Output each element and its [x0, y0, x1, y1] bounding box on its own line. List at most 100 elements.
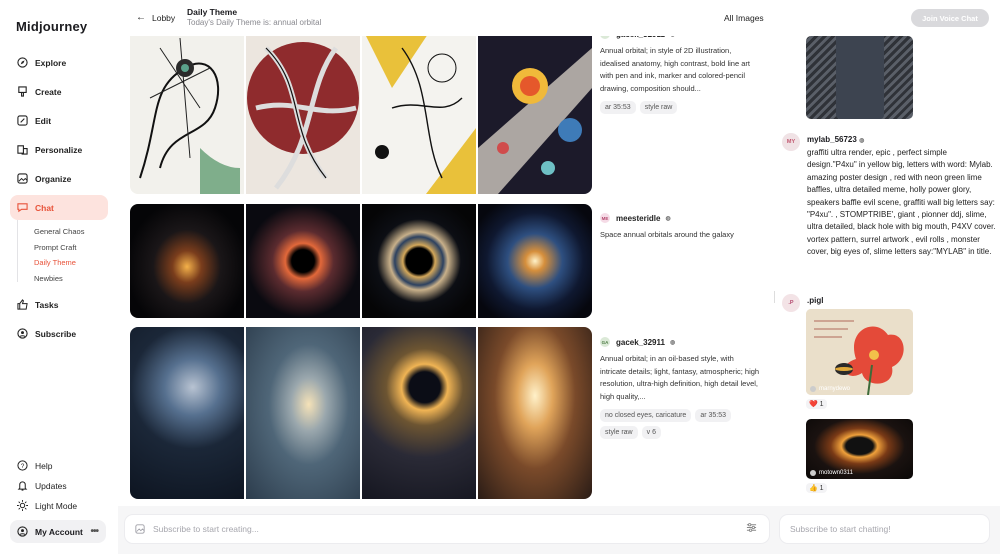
sidebar-item-explore[interactable]: Explore: [10, 50, 108, 75]
chat-input-placeholder[interactable]: Subscribe to start chatting!: [790, 524, 891, 534]
brand-logo[interactable]: Midjourney: [16, 19, 87, 34]
back-to-lobby-button[interactable]: ← Lobby: [136, 12, 175, 23]
avatar[interactable]: MY: [782, 133, 800, 151]
subscriber-badge-icon: ◍: [665, 215, 671, 222]
generated-image[interactable]: [130, 327, 244, 499]
chat-room-list: General Chaos Prompt Craft Daily Theme N…: [34, 224, 108, 286]
generated-image[interactable]: [478, 327, 592, 499]
prompt-input[interactable]: Subscribe to start creating...: [153, 524, 259, 534]
sidebar-item-chat[interactable]: Chat: [10, 195, 108, 220]
settings-sliders-icon[interactable]: [746, 520, 757, 538]
sidebar-item-label: Subscribe: [35, 328, 77, 339]
attachment-figure: [836, 36, 884, 119]
generated-image[interactable]: [246, 36, 360, 194]
author-avatar-dot: [810, 470, 816, 476]
sidebar-item-help[interactable]: ? Help: [10, 456, 108, 475]
chat-image-attachment[interactable]: motown0311: [806, 419, 913, 479]
thumbs-up-icon: [17, 299, 28, 310]
post-meta: GA gacek_32911 ◍ Annual orbital; in an o…: [600, 337, 760, 440]
generated-image[interactable]: [478, 36, 592, 194]
compass-icon: [17, 57, 28, 68]
generated-image[interactable]: [246, 327, 360, 499]
app-root: Midjourney Explore Create Edit Personali…: [0, 0, 1000, 554]
flower-bee-illustration: [806, 309, 913, 395]
avatar: ME: [600, 213, 610, 223]
reaction-badge[interactable]: 👍 1: [806, 483, 827, 493]
generated-image[interactable]: [130, 36, 244, 194]
sidebar-item-organize[interactable]: Organize: [10, 166, 108, 191]
chat-username[interactable]: .pigl: [807, 296, 823, 305]
sidebar-item-light-mode[interactable]: Light Mode: [10, 496, 108, 515]
param-chip[interactable]: v 6: [641, 426, 661, 440]
generated-image[interactable]: [478, 204, 592, 318]
generated-image[interactable]: [362, 204, 476, 318]
param-chip[interactable]: style raw: [600, 426, 638, 440]
join-voice-chat-button[interactable]: Join Voice Chat: [911, 9, 989, 27]
sidebar-item-label: Help: [35, 460, 53, 471]
chat-room-daily-theme[interactable]: Daily Theme: [34, 255, 108, 271]
page-title: Daily Theme: [187, 7, 238, 17]
parameter-chips: no closed eyes, caricature ar 35:53 styl…: [600, 409, 760, 440]
post-author[interactable]: GA gacek_32911 ◍: [600, 36, 760, 39]
param-chip[interactable]: ar 35:53: [695, 409, 732, 423]
chat-room-newbies[interactable]: Newbies: [34, 271, 108, 287]
sidebar-item-label: Create: [35, 86, 62, 97]
post-meta: GA gacek_32911 ◍ Annual orbital; in styl…: [600, 36, 760, 115]
account-button[interactable]: My Account •••: [10, 520, 106, 543]
subscriber-badge-icon: ◍: [859, 138, 865, 144]
chat-input[interactable]: Subscribe to start chatting!: [779, 514, 990, 544]
page-subtitle: Today's Daily Theme is: annual orbital: [187, 18, 322, 27]
all-images-link[interactable]: All Images: [724, 13, 764, 23]
author-avatar-dot: [810, 386, 816, 392]
post-meta: ME meesteridle ◍ Space annual orbitals a…: [600, 213, 760, 242]
sidebar-item-label: Chat: [35, 202, 54, 213]
prompt-text: Annual orbital; in an oil-based style, w…: [600, 354, 760, 401]
chat-image-attachment[interactable]: marnydewo: [806, 309, 913, 395]
image-attach-icon[interactable]: [135, 524, 145, 534]
account-label: My Account: [35, 526, 83, 537]
param-chip[interactable]: style raw: [639, 101, 678, 115]
more-icon[interactable]: •••: [90, 526, 98, 537]
avatar: GA: [600, 337, 610, 347]
chat-image-attachment[interactable]: [806, 36, 913, 119]
brush-icon: [17, 86, 28, 97]
sun-icon: [17, 500, 28, 511]
parameter-chips: ar 35:53 style raw: [600, 101, 760, 115]
chat-username[interactable]: mylab_56723 ◍: [807, 135, 864, 144]
username-text: mylab_56723: [807, 135, 857, 144]
help-icon: ?: [17, 460, 28, 471]
reaction-badge[interactable]: ❤️ 1: [806, 399, 827, 409]
sidebar-item-personalize[interactable]: Personalize: [10, 137, 108, 162]
prompt-composer[interactable]: Subscribe to start creating...: [124, 514, 770, 544]
image-grid: [130, 36, 592, 194]
param-chip[interactable]: no closed eyes, caricature: [600, 409, 692, 423]
subscriber-badge-icon: ◍: [670, 36, 675, 38]
chat-panel: MY mylab_56723 ◍ graffiti ultra render, …: [770, 36, 1000, 506]
chat-room-prompt-craft[interactable]: Prompt Craft: [34, 240, 108, 256]
author-name: gacek_32911: [616, 337, 665, 347]
sidebar-item-subscribe[interactable]: Subscribe: [10, 321, 108, 346]
edit-icon: [17, 115, 28, 126]
generated-image[interactable]: [362, 327, 476, 499]
sidebar-item-label: Personalize: [35, 144, 83, 155]
generated-image[interactable]: [246, 204, 360, 318]
sidebar-item-tasks[interactable]: Tasks: [10, 292, 108, 317]
avatar[interactable]: .P: [782, 294, 800, 312]
generated-image[interactable]: [362, 36, 476, 194]
sidebar-item-create[interactable]: Create: [10, 79, 108, 104]
image-feed: GA gacek_32911 ◍ Annual orbital; in styl…: [118, 36, 770, 506]
param-chip[interactable]: ar 35:53: [600, 101, 636, 115]
generated-image[interactable]: [130, 204, 244, 318]
room-list-divider: [17, 220, 18, 282]
image-grid: [130, 204, 592, 318]
sidebar-item-edit[interactable]: Edit: [10, 108, 108, 133]
sidebar: Midjourney Explore Create Edit Personali…: [0, 0, 118, 554]
sidebar-item-label: Edit: [35, 115, 52, 126]
post-author[interactable]: ME meesteridle ◍: [600, 213, 760, 223]
account-icon: [17, 526, 28, 537]
caption-text: motown0311: [819, 470, 853, 476]
thread-divider: [774, 291, 775, 303]
sidebar-item-updates[interactable]: Updates: [10, 476, 108, 495]
post-author[interactable]: GA gacek_32911 ◍: [600, 337, 760, 347]
chat-room-general-chaos[interactable]: General Chaos: [34, 224, 108, 240]
